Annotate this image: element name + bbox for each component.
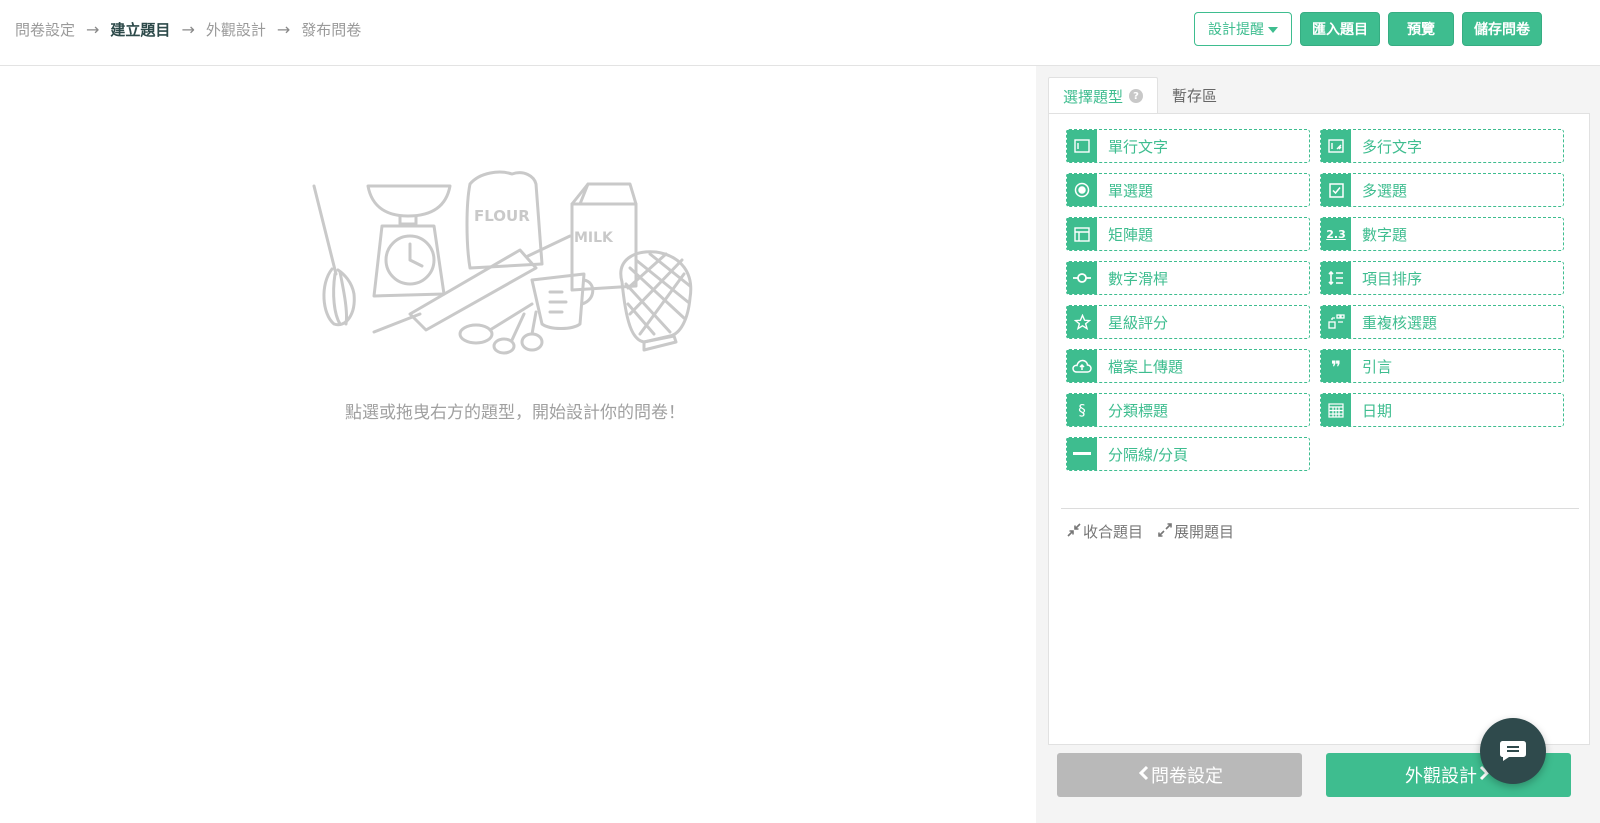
quote-glyph: ❞ [1331, 357, 1341, 378]
qtype-multi-line-text[interactable]: 多行文字 [1320, 129, 1564, 163]
ranking-icon [1321, 262, 1352, 294]
preview-button[interactable]: 預覽 [1388, 12, 1454, 46]
section-glyph: § [1078, 401, 1086, 419]
next-step-label: 外觀設計 [1405, 766, 1477, 787]
qtype-section-title[interactable]: § 分類標題 [1066, 393, 1310, 427]
arrow-right-icon: → [276, 19, 291, 39]
number-icon-text: 2.3 [1326, 227, 1346, 241]
tab-draft-area[interactable]: 暫存區 [1158, 77, 1231, 114]
compress-icon [1067, 522, 1081, 541]
chat-widget-button[interactable] [1480, 718, 1546, 784]
qtype-file-upload[interactable]: 檔案上傳題 [1066, 349, 1310, 383]
qtype-label: 星級評分 [1108, 313, 1169, 332]
qtype-label: 多選題 [1362, 181, 1408, 200]
chat-bubble-icon [1500, 741, 1526, 761]
qtype-number-slider[interactable]: 數字滑桿 [1066, 261, 1310, 295]
save-survey-button[interactable]: 儲存問卷 [1462, 12, 1542, 46]
matrix-icon [1067, 218, 1098, 250]
collapse-questions-button[interactable]: 收合題目 [1067, 521, 1143, 542]
panel-tabs: 選擇題型 ? 暫存區 [1048, 77, 1231, 114]
qtype-label: 單行文字 [1108, 137, 1169, 156]
qtype-number[interactable]: 2.3 數字題 [1320, 217, 1564, 251]
flour-text: FLOUR [474, 207, 530, 225]
divider-icon [1067, 438, 1098, 470]
qtype-single-choice[interactable]: 單選題 [1066, 173, 1310, 207]
design-tips-dropdown[interactable]: 設計提醒 [1194, 12, 1292, 46]
qtype-divider-page-break[interactable]: 分隔線/分頁 [1066, 437, 1310, 471]
tab-choose-label: 選擇題型 [1063, 87, 1124, 106]
import-questions-button[interactable]: 匯入題目 [1300, 12, 1380, 46]
question-type-list: 單行文字 多行文字 單選題 多選題 矩陣題 2.3 數字題 數字滑桿 項目排序 … [1048, 113, 1590, 745]
qtype-label: 數字滑桿 [1108, 269, 1169, 288]
qtype-label: 重複核選題 [1362, 313, 1438, 332]
panel-divider [1061, 508, 1579, 509]
breadcrumb-step-publish[interactable]: 發布問卷 [301, 19, 361, 40]
qtype-label: 引言 [1362, 357, 1393, 376]
qtype-label: 多行文字 [1362, 137, 1423, 156]
qtype-single-line-text[interactable]: 單行文字 [1066, 129, 1310, 163]
qtype-date[interactable]: 日期 [1320, 393, 1564, 427]
previous-step-label: 問卷設定 [1151, 766, 1223, 787]
help-icon[interactable]: ? [1129, 89, 1144, 103]
qtype-multiple-choice[interactable]: 多選題 [1320, 173, 1564, 207]
breadcrumb-step-design[interactable]: 外觀設計 [206, 19, 266, 40]
qtype-ranking[interactable]: 項目排序 [1320, 261, 1564, 295]
question-tools: 收合題目 展開題目 [1067, 521, 1249, 542]
qtype-label: 檔案上傳題 [1108, 357, 1184, 376]
multi-line-text-icon [1321, 130, 1352, 162]
slider-icon [1067, 262, 1098, 294]
breadcrumb-step-build[interactable]: 建立題目 [110, 19, 170, 40]
qtype-label: 數字題 [1362, 225, 1408, 244]
arrow-right-icon: → [86, 19, 100, 39]
qtype-repeat-check[interactable]: 重複核選題 [1320, 305, 1564, 339]
qtype-matrix[interactable]: 矩陣題 [1066, 217, 1310, 251]
checkbox-icon [1321, 174, 1352, 206]
calendar-icon [1321, 394, 1352, 426]
previous-step-button[interactable]: 問卷設定 [1057, 753, 1302, 797]
milk-text: MILK [574, 230, 614, 246]
qtype-label: 單選題 [1108, 181, 1154, 200]
qtype-label: 分隔線/分頁 [1108, 445, 1189, 464]
tab-choose-question-type[interactable]: 選擇題型 ? [1048, 77, 1159, 114]
cloud-upload-icon [1067, 350, 1098, 382]
number-icon: 2.3 [1321, 218, 1352, 250]
expand-icon [1158, 522, 1172, 541]
single-line-text-icon [1067, 130, 1098, 162]
empty-state-message: 點選或拖曳右方的題型，開始設計你的問卷！ [345, 403, 685, 423]
chevron-left-icon [1138, 765, 1149, 786]
qtype-star-rating[interactable]: 星級評分 [1066, 305, 1310, 339]
top-bar: 問卷設定 → 建立題目 → 外觀設計 → 發布問卷 設計提醒 匯入題目 預覽 儲… [0, 0, 1600, 66]
arrow-right-icon: → [181, 19, 195, 39]
expand-questions-button[interactable]: 展開題目 [1158, 521, 1234, 542]
design-tips-label: 設計提醒 [1208, 22, 1264, 38]
qtype-label: 矩陣題 [1108, 225, 1154, 244]
survey-canvas[interactable]: FLOUR MILK 點選或拖曳右方的題型，開始設計你的問卷！ [0, 66, 1036, 823]
expand-label: 展開題目 [1174, 523, 1235, 541]
caret-down-icon [1268, 27, 1278, 33]
star-icon [1067, 306, 1098, 338]
qtype-label: 分類標題 [1108, 401, 1169, 420]
breadcrumb: 問卷設定 → 建立題目 → 外觀設計 → 發布問卷 [15, 0, 361, 58]
qtype-label: 日期 [1362, 401, 1393, 420]
qtype-label: 項目排序 [1362, 269, 1423, 288]
repeat-check-icon [1321, 306, 1352, 338]
quote-icon: ❞ [1321, 350, 1352, 382]
kitchen-illustration: FLOUR MILK [312, 170, 693, 355]
question-type-panel: 選擇題型 ? 暫存區 單行文字 多行文字 單選題 多選題 矩陣題 2.3 數字題… [1036, 66, 1600, 823]
qtype-quote[interactable]: ❞ 引言 [1320, 349, 1564, 383]
section-icon: § [1067, 394, 1098, 426]
breadcrumb-step-settings[interactable]: 問卷設定 [15, 19, 75, 40]
collapse-label: 收合題目 [1083, 523, 1144, 541]
radio-icon [1067, 174, 1098, 206]
